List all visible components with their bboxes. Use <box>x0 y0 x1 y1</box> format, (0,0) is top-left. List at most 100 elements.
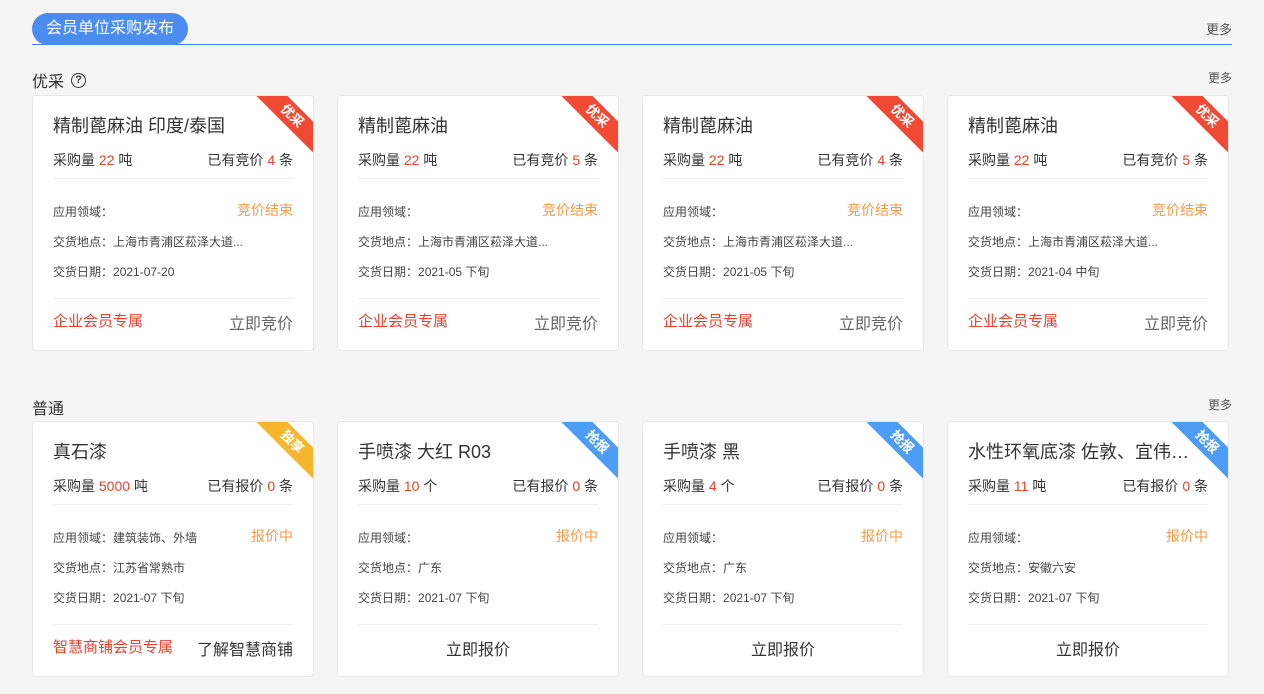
purchase-card[interactable]: 抢报 手喷漆 黑 采购量 4 个 已有报价 0 条 应用领域： 报价中 交货地点… <box>642 421 924 677</box>
status-badge: 竞价结束 <box>1152 202 1208 218</box>
divider <box>968 504 1208 505</box>
product-name[interactable]: 精制蓖麻油 <box>358 112 586 138</box>
divider <box>53 178 293 179</box>
divider <box>663 298 903 299</box>
delivery-place: 交货地点：安徽六安 <box>968 561 1077 575</box>
product-name[interactable]: 手喷漆 黑 <box>663 438 891 464</box>
divider <box>663 504 903 505</box>
divider <box>53 624 293 625</box>
divider <box>53 504 293 505</box>
product-name[interactable]: 手喷漆 大红 R03 <box>358 438 586 464</box>
purchase-quantity: 采购量 22 吨 <box>358 152 438 168</box>
divider <box>663 624 903 625</box>
purchase-quantity: 采购量 22 吨 <box>663 152 743 168</box>
divider <box>358 624 598 625</box>
bid-count: 已有竞价 4 条 <box>207 152 293 168</box>
purchase-card[interactable]: 抢报 手喷漆 大红 R03 采购量 10 个 已有报价 0 条 应用领域： 报价… <box>337 421 619 677</box>
purchase-quantity: 采购量 22 吨 <box>53 152 133 168</box>
quote-count: 已有报价 0 条 <box>1122 478 1208 494</box>
delivery-date: 交货日期：2021-05 下旬 <box>358 265 490 279</box>
bid-count: 已有竞价 4 条 <box>817 152 903 168</box>
divider <box>968 178 1208 179</box>
bid-count: 已有竞价 5 条 <box>1122 152 1208 168</box>
divider <box>358 298 598 299</box>
delivery-place: 交货地点：上海市青浦区菘泽大道... <box>358 235 549 249</box>
delivery-date: 交货日期：2021-07-20 <box>53 265 175 279</box>
purchase-quantity: 采购量 5000 吨 <box>53 478 148 494</box>
putong-more-link[interactable]: 更多 <box>1208 396 1232 413</box>
divider <box>358 504 598 505</box>
purchase-quantity: 采购量 11 吨 <box>968 478 1047 494</box>
status-badge: 报价中 <box>861 528 903 544</box>
delivery-date: 交货日期：2021-05 下旬 <box>663 265 795 279</box>
application-field: 应用领域： <box>53 205 114 219</box>
bid-now-button[interactable]: 立即竞价 <box>839 310 903 334</box>
purchase-card[interactable]: 优采 精制蓖麻油 采购量 22 吨 已有竞价 4 条 应用领域： 竞价结束 交货… <box>642 95 924 351</box>
purchase-card[interactable]: 抢报 水性环氧底漆 佐敦、宜伟、… 采购量 11 吨 已有报价 0 条 应用领域… <box>947 421 1229 677</box>
section-title-youcai-label: 优采 <box>32 74 65 91</box>
member-exclusive-link[interactable]: 企业会员专属 <box>968 310 1058 331</box>
status-badge: 报价中 <box>556 528 598 544</box>
bid-now-button[interactable]: 立即竞价 <box>1144 310 1208 334</box>
quote-now-button[interactable]: 立即报价 <box>338 636 618 660</box>
application-field: 应用领域： <box>968 531 1029 545</box>
product-name[interactable]: 精制蓖麻油 <box>968 112 1196 138</box>
purchase-quantity: 采购量 4 个 <box>663 478 735 494</box>
header-more-link[interactable]: 更多 <box>1206 19 1232 38</box>
delivery-date: 交货日期：2021-07 下旬 <box>358 591 490 605</box>
purchase-card[interactable]: 优采 精制蓖麻油 采购量 22 吨 已有竞价 5 条 应用领域： 竞价结束 交货… <box>337 95 619 351</box>
purchase-card[interactable]: 独享 真石漆 采购量 5000 吨 已有报价 0 条 应用领域：建筑装饰、外墙 … <box>32 421 314 677</box>
question-icon[interactable]: ? <box>71 72 87 88</box>
application-field: 应用领域： <box>358 205 419 219</box>
bid-now-button[interactable]: 立即竞价 <box>534 310 598 334</box>
product-name[interactable]: 精制蓖麻油 印度/泰国 <box>53 112 281 138</box>
quote-count: 已有报价 0 条 <box>207 478 293 494</box>
youcai-more-link[interactable]: 更多 <box>1208 69 1232 86</box>
quote-now-button[interactable]: 立即报价 <box>643 636 923 660</box>
header-title: 会员单位采购发布 <box>32 13 189 45</box>
delivery-place: 交货地点：上海市青浦区菘泽大道... <box>53 235 244 249</box>
section-title-youcai: 优采 ? <box>32 68 87 92</box>
delivery-place: 交货地点：上海市青浦区菘泽大道... <box>968 235 1159 249</box>
divider <box>663 178 903 179</box>
product-name[interactable]: 真石漆 <box>53 438 281 464</box>
bid-count: 已有竞价 5 条 <box>512 152 598 168</box>
delivery-date: 交货日期：2021-07 下旬 <box>968 591 1100 605</box>
status-badge: 竞价结束 <box>542 202 598 218</box>
delivery-date: 交货日期：2021-04 中旬 <box>968 265 1100 279</box>
product-name[interactable]: 水性环氧底漆 佐敦、宜伟、… <box>968 438 1196 464</box>
delivery-date: 交货日期：2021-07 下旬 <box>663 591 795 605</box>
purchase-card[interactable]: 优采 精制蓖麻油 印度/泰国 采购量 22 吨 已有竞价 4 条 应用领域： 竞… <box>32 95 314 351</box>
section-title-putong: 普通 <box>32 395 64 419</box>
purchase-quantity: 采购量 10 个 <box>358 478 438 494</box>
quote-count: 已有报价 0 条 <box>512 478 598 494</box>
status-badge: 竞价结束 <box>847 202 903 218</box>
delivery-place: 交货地点：广东 <box>663 561 748 575</box>
quote-count: 已有报价 0 条 <box>817 478 903 494</box>
purchase-quantity: 采购量 22 吨 <box>968 152 1048 168</box>
learn-more-button[interactable]: 了解智慧商铺 <box>197 636 293 660</box>
member-exclusive-link[interactable]: 企业会员专属 <box>53 310 143 331</box>
section-title-putong-label: 普通 <box>32 401 65 418</box>
divider <box>968 298 1208 299</box>
member-exclusive-link[interactable]: 智慧商铺会员专属 <box>53 636 173 657</box>
delivery-place: 交货地点：上海市青浦区菘泽大道... <box>663 235 854 249</box>
divider <box>358 178 598 179</box>
delivery-place: 交货地点：江苏省常熟市 <box>53 561 186 575</box>
delivery-place: 交货地点：广东 <box>358 561 443 575</box>
quote-now-button[interactable]: 立即报价 <box>948 636 1228 660</box>
status-badge: 竞价结束 <box>237 202 293 218</box>
divider <box>53 298 293 299</box>
divider <box>968 624 1208 625</box>
member-exclusive-link[interactable]: 企业会员专属 <box>663 310 753 331</box>
application-field: 应用领域： <box>663 205 724 219</box>
bid-now-button[interactable]: 立即竞价 <box>229 310 293 334</box>
product-name[interactable]: 精制蓖麻油 <box>663 112 891 138</box>
application-field: 应用领域： <box>968 205 1029 219</box>
status-badge: 报价中 <box>1166 528 1208 544</box>
application-field: 应用领域：建筑装饰、外墙 <box>53 531 198 545</box>
status-badge: 报价中 <box>251 528 293 544</box>
delivery-date: 交货日期：2021-07 下旬 <box>53 591 185 605</box>
member-exclusive-link[interactable]: 企业会员专属 <box>358 310 448 331</box>
purchase-card[interactable]: 优采 精制蓖麻油 采购量 22 吨 已有竞价 5 条 应用领域： 竞价结束 交货… <box>947 95 1229 351</box>
